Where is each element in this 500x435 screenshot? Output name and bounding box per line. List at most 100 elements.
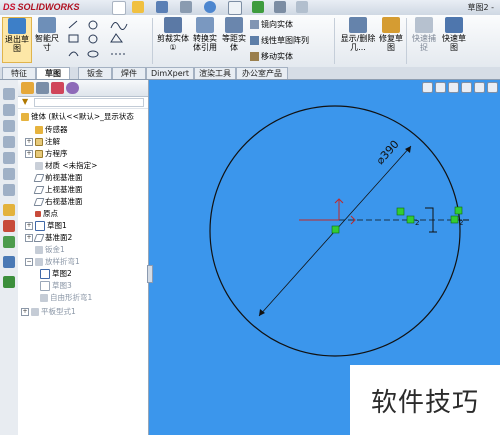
tab-office-products[interactable]: 办公室产品	[236, 67, 288, 79]
plane-icon	[33, 186, 45, 194]
select-arrow-icon[interactable]	[228, 1, 242, 15]
convert-icon	[196, 17, 214, 33]
tab-weldments[interactable]: 焊件	[112, 67, 146, 79]
tree-item-material[interactable]: 材质 <未指定>	[25, 160, 97, 171]
rapid-sketch-button[interactable]: 快速草图	[440, 17, 468, 52]
graphics-area[interactable]: ⌀390 2 2 软件技巧	[147, 80, 500, 435]
property-manager-tab-icon[interactable]	[36, 82, 49, 94]
solidworks-logo: DS SOLIDWORKS	[3, 2, 80, 12]
options-gear-icon[interactable]	[296, 1, 308, 13]
mirror-entities-button[interactable]: 镜向实体	[250, 19, 293, 31]
tab-render-tools[interactable]: 渲染工具	[194, 67, 236, 79]
feature-manager-panel: ▼ 锥体 (默认<<默认>_显示状态 传感器 + 注解 + 方程序 材质 <未指定>…	[18, 80, 149, 435]
polygon-tool-icon	[110, 33, 123, 43]
print-icon[interactable]	[180, 1, 192, 13]
spline-tool-icon	[110, 22, 128, 30]
expand-icon[interactable]: +	[25, 234, 33, 242]
sketch-icon	[40, 281, 50, 291]
command-manager-ribbon: 退出草图 智能尺寸 剪裁实体① 转换实体引用 等距实体 镜向实体 线性草图阵列 …	[0, 15, 500, 68]
sketch-edit-icon[interactable]	[3, 204, 15, 216]
tree-item-sensors[interactable]: 传感器	[25, 124, 68, 135]
relation-icon[interactable]	[3, 220, 15, 232]
expand-icon[interactable]: +	[25, 150, 33, 158]
ellipse-tool-icon	[87, 50, 99, 58]
repair-sketch-button[interactable]: 修复草图	[378, 17, 404, 52]
tree-item-equations[interactable]: + 方程序	[25, 148, 68, 159]
tool-icon[interactable]	[3, 152, 15, 164]
check-icon[interactable]	[3, 236, 15, 248]
relation-icon[interactable]	[450, 215, 459, 224]
quick-snaps-icon	[415, 17, 433, 33]
tool-icon[interactable]	[3, 184, 15, 196]
new-document-icon[interactable]	[112, 1, 126, 15]
horizontal-relation-icon[interactable]	[396, 207, 405, 216]
tree-item-annotations[interactable]: + 注解	[25, 136, 60, 147]
tab-features[interactable]: 特征	[2, 67, 36, 79]
filter-input[interactable]	[34, 98, 144, 107]
layer-icon[interactable]	[3, 256, 15, 268]
tree-item-front-plane[interactable]: 前视基准面	[25, 172, 83, 183]
tab-sheet-metal[interactable]: 钣金	[78, 67, 112, 79]
convert-entities-button[interactable]: 转换实体引用	[190, 17, 220, 52]
open-folder-icon[interactable]	[132, 1, 144, 13]
file-properties-icon[interactable]	[274, 1, 286, 13]
tree-item-sketch1[interactable]: + 草图1	[25, 220, 67, 231]
line-tool-icon	[68, 20, 78, 29]
tree-item-lofted-bend1[interactable]: − 放样折弯1	[25, 256, 80, 267]
tool-icon[interactable]	[3, 104, 15, 116]
sensor-icon	[35, 126, 43, 134]
tree-item-sheet-metal1[interactable]: 钣金1	[25, 244, 65, 255]
tree-item-origin[interactable]: 原点	[25, 208, 58, 219]
quick-snaps-button[interactable]: 快速捕捉	[410, 17, 438, 52]
tree-item-flat-pattern1[interactable]: + 平板型式1	[21, 306, 76, 317]
linear-pattern-button[interactable]: 线性草图阵列	[250, 35, 309, 47]
tree-item-top-plane[interactable]: 上视基准面	[25, 184, 83, 195]
rebuild-icon[interactable]	[252, 1, 264, 13]
diameter-dimension-text[interactable]: ⌀390	[374, 138, 402, 167]
mirror-icon	[250, 20, 259, 29]
flat-pattern-icon	[31, 308, 39, 316]
smart-dimension-button[interactable]: 智能尺寸	[34, 17, 60, 52]
trim-entities-button[interactable]: 剪裁实体①	[156, 17, 190, 52]
tree-item-right-plane[interactable]: 右视基准面	[25, 196, 83, 207]
tree-item-freeform-bend1[interactable]: 自由形折弯1	[40, 292, 92, 303]
circle-tool-icon	[88, 20, 98, 30]
relation-icon[interactable]	[406, 215, 415, 224]
tool-icon[interactable]	[3, 168, 15, 180]
title-bar: DS SOLIDWORKS 草图2 -	[0, 0, 500, 16]
collapse-icon[interactable]: −	[25, 258, 33, 266]
ribbon-separator	[152, 18, 153, 64]
relation-icon[interactable]	[454, 206, 463, 215]
feature-tree-tab-icon[interactable]	[21, 82, 34, 94]
configuration-tab-icon[interactable]	[51, 82, 64, 94]
exit-sketch-button[interactable]: 退出草图	[2, 17, 32, 63]
freeform-bend-icon	[40, 294, 48, 302]
offset-entities-button[interactable]: 等距实体	[220, 17, 248, 52]
sketch-icon	[35, 221, 45, 231]
move-entities-button[interactable]: 移动实体	[250, 51, 293, 63]
tree-item-sketch2[interactable]: 草图2	[40, 268, 72, 279]
coincident-relation-icon[interactable]	[331, 225, 340, 234]
tree-item-plane2[interactable]: + 基准面2	[25, 232, 72, 243]
relation-label: 2	[459, 219, 463, 227]
display-tab-icon[interactable]	[66, 82, 79, 94]
watermark-text: 软件技巧	[370, 388, 479, 418]
rectangle-tool-icon	[68, 34, 79, 43]
tree-item-sketch3[interactable]: 草图3	[40, 280, 72, 291]
expand-icon[interactable]: +	[25, 138, 33, 146]
tool-icon[interactable]	[3, 136, 15, 148]
repair-sketch-icon	[382, 17, 400, 33]
offset-icon	[225, 17, 243, 33]
undo-icon[interactable]	[204, 1, 216, 13]
expand-icon[interactable]: +	[21, 308, 29, 316]
tab-sketch[interactable]: 草图	[36, 67, 70, 79]
tool-icon[interactable]	[3, 88, 15, 100]
tool-icon[interactable]	[3, 120, 15, 132]
tree-root[interactable]: 锥体 (默认<<默认>_显示状态	[21, 111, 134, 122]
save-icon[interactable]	[156, 1, 168, 13]
tab-dimxpert[interactable]: DimXpert	[146, 67, 194, 79]
expand-icon[interactable]: +	[25, 222, 33, 230]
sketch-entities-group	[66, 18, 150, 64]
green-tool-icon[interactable]	[3, 276, 15, 288]
display-relations-button[interactable]: 显示/删除几...	[338, 17, 378, 52]
